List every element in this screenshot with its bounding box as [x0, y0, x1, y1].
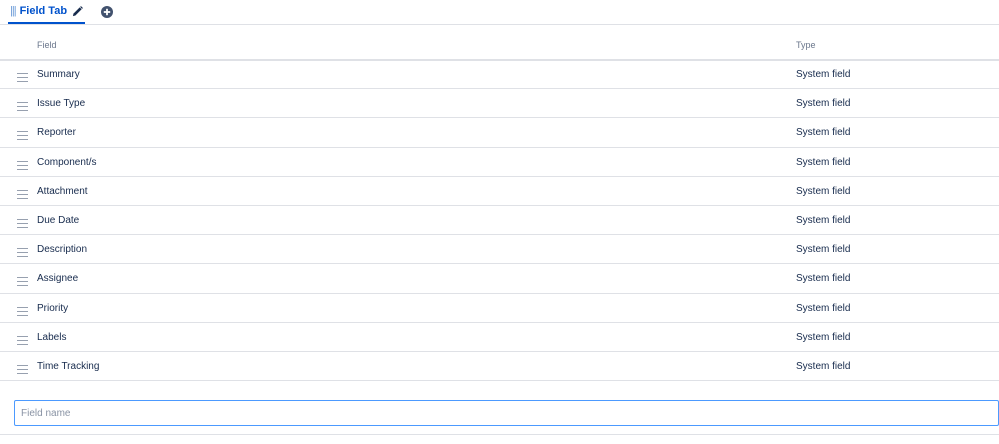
- pencil-icon[interactable]: [72, 5, 83, 17]
- drag-handle-icon[interactable]: [17, 98, 28, 112]
- fields-table-body: Summary System field Issue Type System fiel…: [0, 60, 999, 382]
- drag-handle-icon[interactable]: [17, 361, 28, 374]
- field-name-cell: Time Tracking: [37, 360, 100, 372]
- drag-handle-icon[interactable]: [17, 186, 28, 199]
- field-name-cell: Attachment: [37, 185, 88, 197]
- table-header: Field Type: [0, 31, 999, 61]
- field-type-cell: System field: [796, 98, 851, 110]
- field-type-cell: System field: [796, 273, 851, 285]
- field-type-cell: System field: [796, 156, 851, 168]
- table-row[interactable]: Priority System field: [0, 294, 999, 323]
- field-name-cell: Priority: [37, 302, 69, 314]
- field-name-cell: Component/s: [37, 156, 97, 168]
- table-row[interactable]: Assignee System field: [0, 264, 999, 294]
- table-row[interactable]: Attachment System field: [0, 177, 999, 206]
- table-row[interactable]: Time Tracking System field: [0, 352, 999, 382]
- drag-handle-icon[interactable]: [17, 69, 28, 82]
- field-type-cell: System field: [796, 214, 851, 226]
- field-type-cell: System field: [796, 185, 851, 197]
- table-row[interactable]: Summary System field: [0, 60, 999, 90]
- drag-handle-icon[interactable]: [17, 215, 28, 228]
- field-type-cell: System field: [796, 360, 851, 372]
- field-type-cell: System field: [796, 302, 851, 314]
- drag-handle-icon[interactable]: [17, 244, 28, 258]
- field-name-cell: Issue Type: [37, 98, 86, 110]
- table-row[interactable]: Issue Type System field: [0, 89, 999, 119]
- divider: [0, 434, 999, 435]
- field-type-cell: System field: [796, 69, 851, 80]
- table-row[interactable]: Description System field: [0, 235, 999, 265]
- column-header-field: Field: [37, 40, 57, 50]
- field-name-cell: Description: [37, 244, 88, 256]
- column-header-type: Type: [796, 40, 816, 50]
- plus-circle-icon: [101, 6, 113, 18]
- field-type-cell: System field: [796, 127, 851, 139]
- drag-handle-icon[interactable]: [17, 127, 28, 141]
- table-row[interactable]: Component/s System field: [0, 148, 999, 177]
- field-name-cell: Assignee: [37, 273, 79, 285]
- table-row[interactable]: Reporter System field: [0, 118, 999, 148]
- drag-handle-icon[interactable]: |||: [10, 5, 17, 17]
- tab-label: Field Tab: [19, 5, 68, 17]
- screen-tabs-page: ||| Field Tab Field Type Summary System f…: [0, 0, 999, 444]
- table-row[interactable]: Labels System field: [0, 323, 999, 352]
- field-name-cell: Summary: [37, 69, 80, 80]
- field-type-cell: System field: [796, 331, 851, 343]
- drag-handle-icon[interactable]: [17, 332, 28, 345]
- add-tab-button[interactable]: [101, 5, 113, 18]
- field-name-cell: Reporter: [37, 127, 76, 139]
- drag-handle-icon[interactable]: [17, 303, 28, 316]
- field-type-cell: System field: [796, 244, 851, 256]
- drag-handle-icon[interactable]: [17, 157, 28, 170]
- field-name-cell: Labels: [37, 331, 67, 343]
- field-name-input[interactable]: [14, 400, 999, 426]
- tab-bar: ||| Field Tab: [0, 0, 999, 25]
- tab-field-tab[interactable]: ||| Field Tab: [8, 0, 86, 24]
- table-row[interactable]: Due Date System field: [0, 206, 999, 236]
- drag-handle-icon[interactable]: [17, 273, 28, 287]
- field-name-cell: Due Date: [37, 214, 80, 226]
